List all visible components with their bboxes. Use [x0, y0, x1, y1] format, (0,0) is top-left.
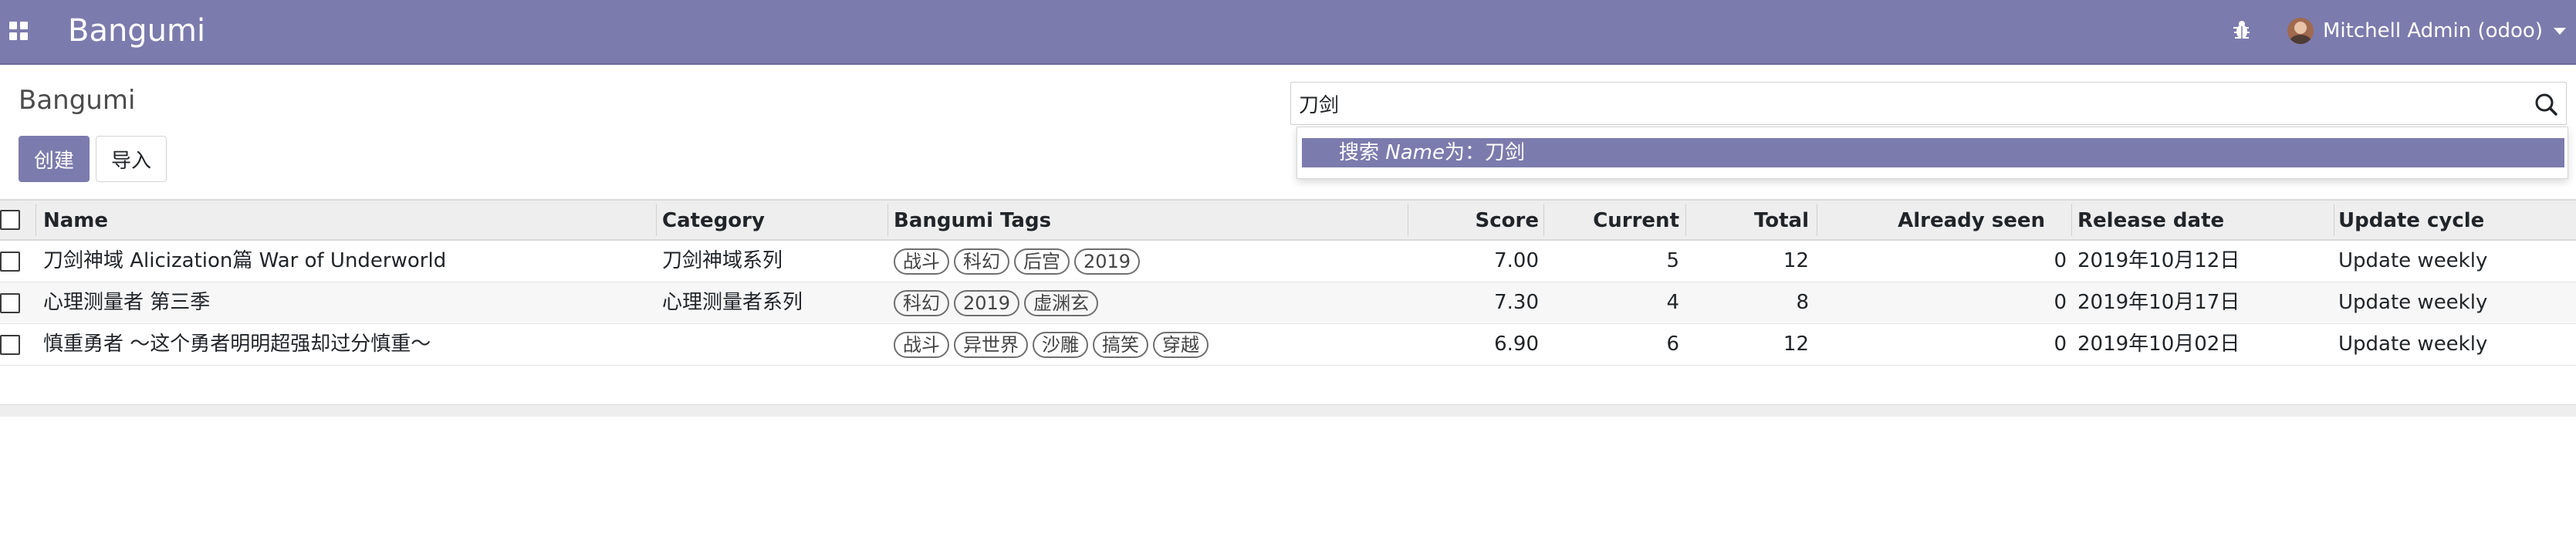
cell-already-seen: 0 [2054, 333, 2067, 356]
top-navbar: Bangumi Mitchell Admin (odoo) [0, 0, 2576, 65]
column-header-already-seen[interactable]: Already seen [1821, 201, 2045, 239]
cell-current: 4 [1666, 291, 1679, 314]
column-header-name[interactable]: Name [43, 201, 653, 239]
cell-score: 7.00 [1494, 249, 1539, 272]
table-row[interactable]: 慎重勇者 ～这个勇者明明超强却过分慎重～ 战斗 异世界 沙雕 搞笑 穿越 6.90 6 … [0, 324, 2576, 366]
cell-release-date: 2019年10月12日 [2077, 249, 2240, 272]
app-name[interactable]: Bangumi [68, 11, 205, 51]
breadcrumb[interactable]: Bangumi [19, 85, 135, 116]
tag-badge: 搞笑 [1093, 331, 1148, 358]
cell-tags: 战斗 异世界 沙雕 搞笑 穿越 [894, 324, 1403, 365]
chevron-down-icon [2553, 27, 2566, 35]
table-row[interactable]: 心理测量者 第三季 心理测量者系列 科幻 2019 虚渊玄 7.30 4 8 0 2… [0, 282, 2576, 324]
select-all-checkbox[interactable] [0, 210, 20, 230]
apps-menu-icon[interactable] [9, 22, 29, 42]
list-footer [0, 404, 2576, 417]
cell-total: 8 [1796, 291, 1809, 314]
cell-current: 6 [1666, 333, 1679, 356]
create-button[interactable]: 创建 [19, 136, 90, 182]
avatar [2287, 18, 2314, 44]
cell-name: 刀剑神域 Alicization篇 War of Underworld [43, 249, 447, 272]
cell-already-seen: 0 [2054, 249, 2067, 272]
cell-category[interactable]: 心理测量者系列 [662, 282, 886, 323]
tag-badge: 2019 [954, 289, 1020, 316]
cell-name: 慎重勇者 ～这个勇者明明超强却过分慎重～ [43, 333, 431, 356]
cell-category[interactable]: 刀剑神域系列 [662, 241, 886, 282]
search-autocomplete-dropdown: 搜索 Name为：刀剑 [1296, 127, 2568, 179]
search-icon[interactable] [2534, 92, 2558, 117]
search-bar [1290, 82, 2567, 125]
cell-score: 6.90 [1494, 333, 1539, 356]
column-header-update-cycle[interactable]: Update cycle [2338, 201, 2570, 239]
cell-total: 12 [1783, 333, 1809, 356]
cell-category[interactable] [662, 324, 886, 365]
user-name: Mitchell Admin (odoo) [2323, 19, 2543, 42]
column-header-score[interactable]: Score [1412, 201, 1539, 239]
tag-badge: 穿越 [1153, 331, 1209, 358]
cell-release-date: 2019年10月02日 [2077, 333, 2240, 356]
cell-total: 12 [1783, 249, 1809, 272]
table-row[interactable]: 刀剑神域 Alicization篇 War of Underworld 刀剑神域… [0, 241, 2576, 282]
row-checkbox[interactable] [0, 252, 20, 272]
tag-badge: 异世界 [954, 331, 1028, 358]
tag-badge: 科幻 [954, 248, 1009, 275]
cell-update-cycle: Update weekly [2338, 291, 2488, 314]
cell-update-cycle: Update weekly [2338, 249, 2488, 272]
search-input[interactable] [1299, 87, 2503, 120]
column-header-total[interactable]: Total [1690, 201, 1809, 239]
tag-badge: 战斗 [894, 331, 949, 358]
table-header-row: Name Category Bangumi Tags Score Current… [0, 199, 2576, 241]
row-checkbox[interactable] [0, 335, 20, 355]
autocomplete-item-search-name[interactable]: 搜索 Name为：刀剑 [1302, 138, 2564, 167]
cell-release-date: 2019年10月17日 [2077, 291, 2240, 314]
cell-current: 5 [1666, 249, 1679, 272]
cell-score: 7.30 [1494, 291, 1539, 314]
row-checkbox[interactable] [0, 293, 20, 313]
cell-tags: 科幻 2019 虚渊玄 [894, 282, 1403, 323]
tag-badge: 2019 [1074, 248, 1141, 275]
cell-already-seen: 0 [2054, 291, 2067, 314]
cell-tags: 战斗 科幻 后宫 2019 [894, 241, 1403, 282]
cell-name: 心理测量者 第三季 [43, 291, 211, 314]
tag-badge: 后宫 [1014, 248, 1070, 275]
column-header-tags[interactable]: Bangumi Tags [894, 201, 1403, 239]
tag-badge: 虚渊玄 [1024, 289, 1099, 316]
tag-badge: 战斗 [894, 248, 949, 275]
debug-bug-icon[interactable] [2230, 19, 2253, 42]
user-menu[interactable]: Mitchell Admin (odoo) [2287, 15, 2566, 46]
import-button[interactable]: 导入 [96, 136, 167, 182]
tag-badge: 沙雕 [1033, 331, 1088, 358]
column-header-category[interactable]: Category [662, 201, 886, 239]
cell-update-cycle: Update weekly [2338, 333, 2488, 356]
tag-badge: 科幻 [894, 289, 949, 316]
column-header-release-date[interactable]: Release date [2077, 201, 2332, 239]
column-header-current[interactable]: Current [1548, 201, 1679, 239]
